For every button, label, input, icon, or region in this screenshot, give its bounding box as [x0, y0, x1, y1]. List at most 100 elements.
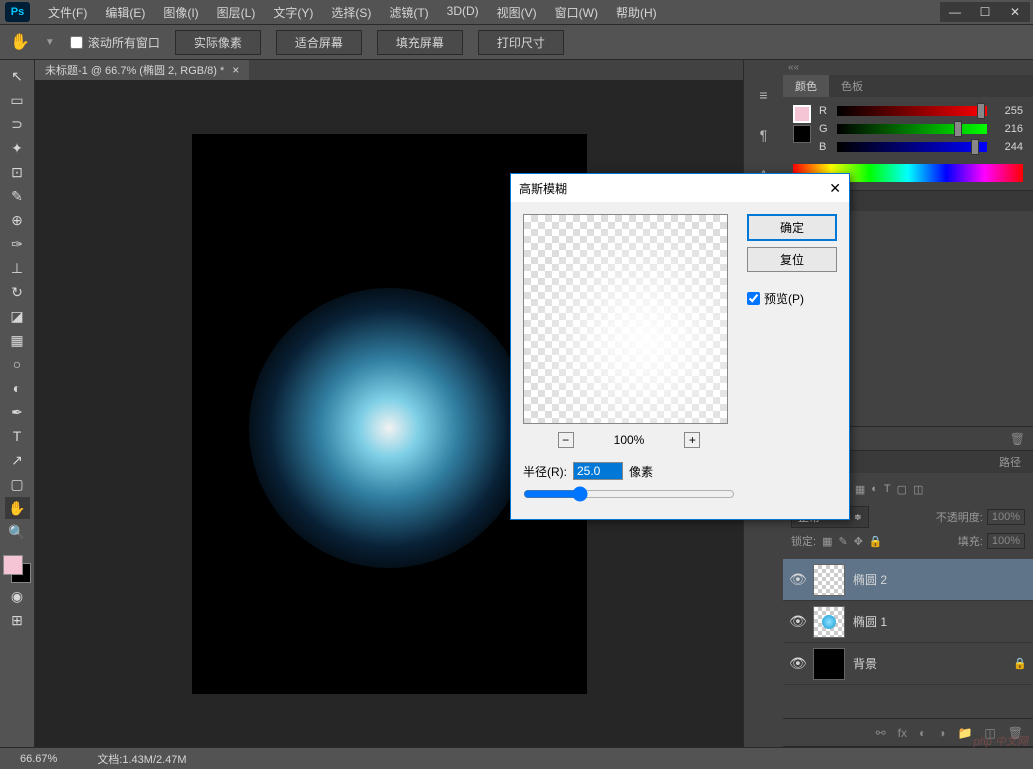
menu-3d[interactable]: 3D(D)	[439, 1, 487, 24]
type-tool[interactable]: T	[5, 425, 30, 447]
layer-thumbnail[interactable]	[813, 564, 845, 596]
r-value[interactable]: 255	[995, 105, 1023, 117]
menu-help[interactable]: 帮助(H)	[608, 1, 665, 24]
fill-value[interactable]: 100%	[987, 533, 1025, 549]
minimize-button[interactable]: —	[940, 2, 970, 22]
layer-visibility-icon[interactable]: 👁	[789, 571, 805, 588]
swatches-tab[interactable]: 色板	[829, 75, 875, 97]
layer-thumbnail[interactable]	[813, 648, 845, 680]
lock-all-icon[interactable]: 🔒	[869, 535, 883, 548]
dock-history-icon[interactable]: ≡	[754, 85, 774, 105]
eyedropper-tool[interactable]: ✎	[5, 185, 30, 207]
color-tab[interactable]: 颜色	[783, 75, 829, 97]
filter-adjust-icon[interactable]: ◐	[871, 483, 878, 496]
gradient-tool[interactable]: ▦	[5, 329, 30, 351]
zoom-tool[interactable]: 🔍	[5, 521, 30, 543]
r-slider[interactable]	[837, 106, 987, 116]
radius-input[interactable]	[573, 462, 623, 480]
menu-layer[interactable]: 图层(L)	[209, 1, 264, 24]
menu-window[interactable]: 窗口(W)	[547, 1, 606, 24]
shape-tool[interactable]: ▢	[5, 473, 30, 495]
filter-smart-icon[interactable]: ◫	[913, 483, 923, 496]
quick-mask-tool[interactable]: ◉	[5, 585, 30, 607]
lock-transparent-icon[interactable]: ▦	[822, 535, 832, 548]
dialog-preview[interactable]	[523, 214, 728, 424]
menu-view[interactable]: 视图(V)	[489, 1, 545, 24]
stamp-tool[interactable]: ⊥	[5, 257, 30, 279]
paths-tab[interactable]: 路径	[987, 451, 1033, 473]
preview-checkbox-input[interactable]	[747, 292, 760, 305]
ok-button[interactable]: 确定	[747, 214, 837, 241]
layer-group-icon[interactable]: 📁	[957, 726, 972, 740]
scroll-all-windows-checkbox[interactable]: 滚动所有窗口	[70, 34, 160, 51]
mid-panel-trash-icon[interactable]: 🗑	[1010, 432, 1025, 446]
actual-pixels-button[interactable]: 实际像素	[175, 30, 261, 55]
document-tab[interactable]: 未标题-1 @ 66.7% (椭圆 2, RGB/8) * ×	[35, 60, 249, 80]
close-button[interactable]: ✕	[1000, 2, 1030, 22]
layer-item-ellipse2[interactable]: 👁 椭圆 2	[783, 559, 1033, 601]
layer-visibility-icon[interactable]: 👁	[789, 655, 805, 672]
document-tab-close[interactable]: ×	[232, 63, 239, 77]
screen-mode-tool[interactable]: ⊞	[5, 609, 30, 631]
menu-file[interactable]: 文件(F)	[40, 1, 95, 24]
dialog-close-button[interactable]: ✕	[829, 180, 841, 197]
status-doc-info[interactable]: 文档:1.43M/2.47M	[97, 751, 186, 767]
layer-name[interactable]: 背景	[853, 655, 1005, 672]
menu-filter[interactable]: 滤镜(T)	[381, 1, 436, 24]
reset-button[interactable]: 复位	[747, 247, 837, 272]
adjustment-layer-icon[interactable]: ◑	[938, 726, 945, 740]
g-slider[interactable]	[837, 124, 987, 134]
healing-tool[interactable]: ⊕	[5, 209, 30, 231]
history-brush-tool[interactable]: ↻	[5, 281, 30, 303]
maximize-button[interactable]: ☐	[970, 2, 1000, 22]
foreground-color[interactable]	[3, 555, 23, 575]
layer-visibility-icon[interactable]: 👁	[789, 613, 805, 630]
marquee-tool[interactable]: ▭	[5, 89, 30, 111]
filter-pixel-icon[interactable]: ▦	[855, 483, 865, 496]
path-select-tool[interactable]: ↗	[5, 449, 30, 471]
move-tool[interactable]: ↖	[5, 65, 30, 87]
hand-tool[interactable]: ✋	[5, 497, 30, 519]
filter-shape-icon[interactable]: ▢	[897, 483, 907, 496]
panel-collapse-icon[interactable]: ««	[788, 62, 799, 73]
layer-item-background[interactable]: 👁 背景 🔒	[783, 643, 1033, 685]
layer-mask-icon[interactable]: ◐	[919, 726, 926, 740]
menu-type[interactable]: 文字(Y)	[265, 1, 321, 24]
fill-screen-button[interactable]: 填充屏幕	[377, 30, 463, 55]
options-dropdown-icon[interactable]: ▼	[45, 37, 55, 48]
b-value[interactable]: 244	[995, 141, 1023, 153]
layer-item-ellipse1[interactable]: 👁 椭圆 1	[783, 601, 1033, 643]
b-slider[interactable]	[837, 142, 987, 152]
color-swatch[interactable]	[3, 555, 31, 583]
dodge-tool[interactable]: ◐	[5, 377, 30, 399]
menu-select[interactable]: 选择(S)	[323, 1, 379, 24]
brush-tool[interactable]: ✑	[5, 233, 30, 255]
opacity-value[interactable]: 100%	[987, 509, 1025, 525]
link-layers-icon[interactable]: ⚯	[876, 726, 886, 740]
print-size-button[interactable]: 打印尺寸	[478, 30, 564, 55]
menu-image[interactable]: 图像(I)	[155, 1, 206, 24]
lock-paint-icon[interactable]: ✎	[838, 535, 847, 548]
lasso-tool[interactable]: ⊃	[5, 113, 30, 135]
magic-wand-tool[interactable]: ✦	[5, 137, 30, 159]
scroll-all-checkbox-input[interactable]	[70, 36, 83, 49]
pen-tool[interactable]: ✒	[5, 401, 30, 423]
eraser-tool[interactable]: ◪	[5, 305, 30, 327]
dock-character-icon[interactable]: ¶	[754, 125, 774, 145]
status-zoom[interactable]: 66.67%	[20, 753, 57, 765]
filter-type-icon[interactable]: T	[884, 483, 891, 496]
menu-edit[interactable]: 编辑(E)	[97, 1, 153, 24]
layer-style-icon[interactable]: fx	[898, 726, 907, 740]
lock-position-icon[interactable]: ✥	[854, 535, 863, 548]
color-bg-swatch[interactable]	[793, 125, 811, 143]
layer-name[interactable]: 椭圆 2	[853, 571, 1027, 588]
zoom-out-button[interactable]: −	[558, 432, 574, 448]
zoom-in-button[interactable]: +	[684, 432, 700, 448]
color-fg-swatch[interactable]	[793, 105, 811, 123]
radius-slider[interactable]	[523, 486, 735, 502]
layer-thumbnail[interactable]	[813, 606, 845, 638]
blur-tool[interactable]: ○	[5, 353, 30, 375]
fit-screen-button[interactable]: 适合屏幕	[276, 30, 362, 55]
layer-name[interactable]: 椭圆 1	[853, 613, 1027, 630]
crop-tool[interactable]: ⊡	[5, 161, 30, 183]
